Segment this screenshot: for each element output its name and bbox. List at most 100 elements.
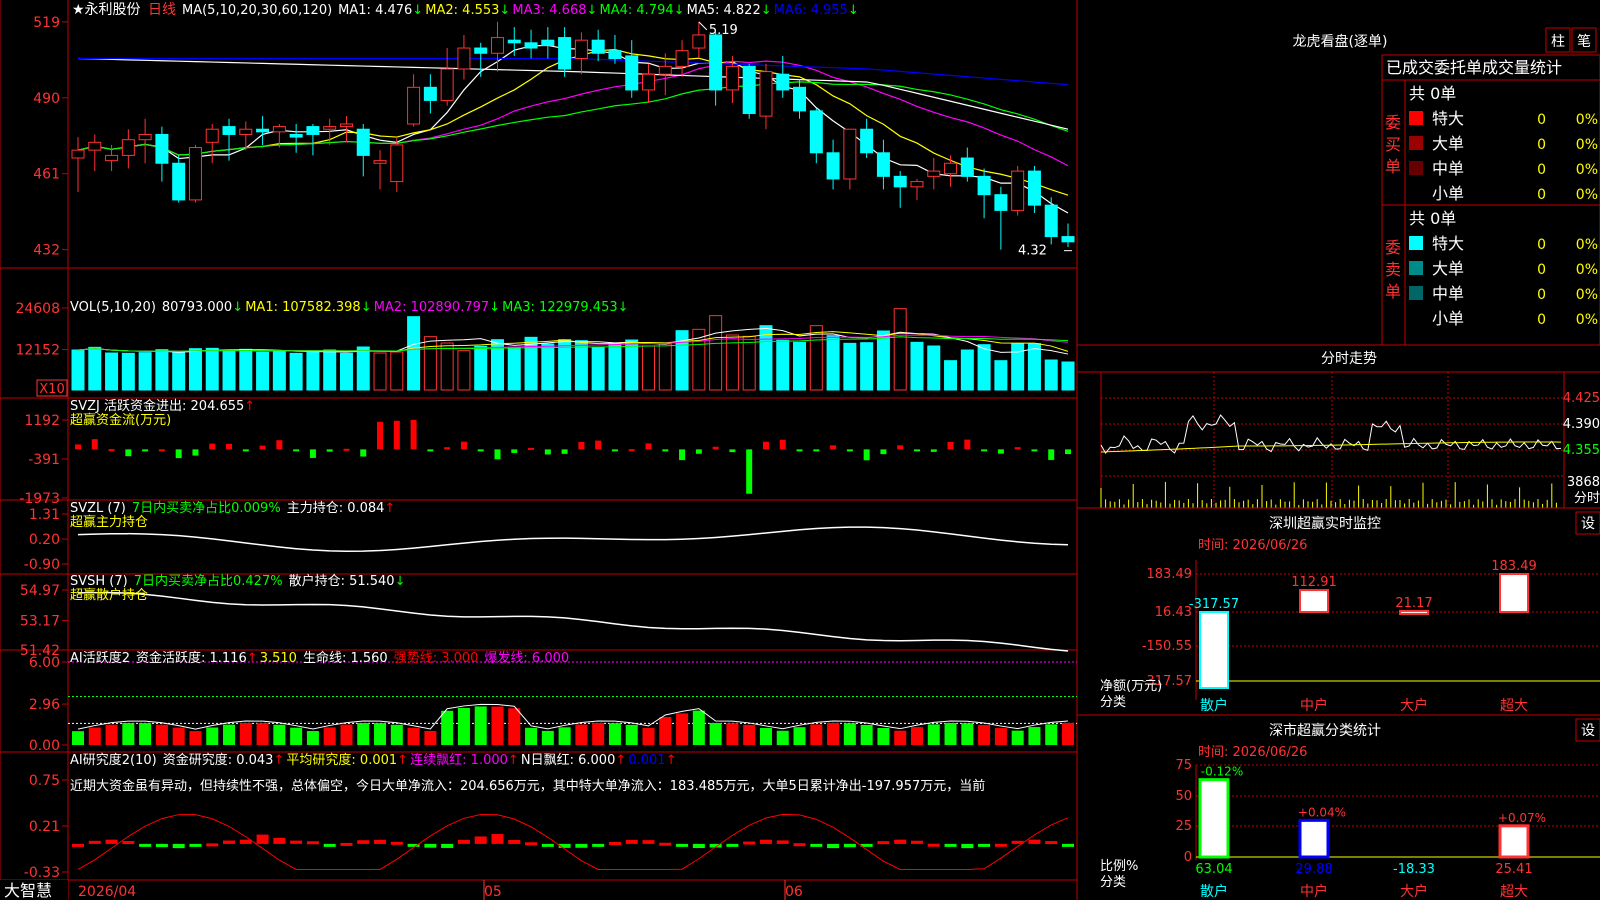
lhb-buy-swatch-0 bbox=[1409, 111, 1423, 125]
candle-body bbox=[1061, 236, 1075, 243]
candle-body bbox=[558, 37, 572, 70]
aiact-bar bbox=[642, 727, 655, 745]
svzl-ytick-1: 0.20 bbox=[29, 532, 60, 548]
svzj-bar bbox=[645, 443, 652, 450]
aires-bar bbox=[541, 843, 554, 847]
price-panel[interactable]: 519 490 461 432 5.19 4.32 ★永利股份 日线 MA(5,10,20,30… bbox=[33, 2, 1075, 259]
sz-bar-1 bbox=[1299, 589, 1329, 613]
ma-header-arrow-6: ↓ bbox=[848, 3, 859, 18]
lhb-buy-swatch-1 bbox=[1409, 136, 1423, 150]
svzj-bar bbox=[662, 449, 669, 452]
aires-bar bbox=[457, 839, 470, 844]
aiact-bar bbox=[860, 724, 873, 745]
vol-header-arrow-4: ↓ bbox=[618, 300, 629, 315]
aires-bar bbox=[1062, 843, 1074, 847]
svzj-bar bbox=[209, 443, 216, 450]
svzj-panel[interactable]: 1192 -391 -1973 SVZJ 活跃资金进出: 204.655 ↑ 超赢资金流(… bbox=[19, 398, 1071, 507]
date-start-label: 2026/04 bbox=[78, 884, 136, 900]
candle-body bbox=[239, 128, 253, 135]
candle-body bbox=[507, 39, 521, 44]
candle-body bbox=[390, 144, 404, 183]
lhb-sell-swatch-0 bbox=[1409, 236, 1423, 250]
lhb-sell-total: 共 0单 bbox=[1409, 209, 1456, 228]
candle-body bbox=[675, 50, 689, 67]
stats-ytick-0: 75 bbox=[1175, 758, 1192, 773]
ma-header-arrow-4: ↓ bbox=[674, 3, 685, 18]
aires-header-item-0: AI研究度2(10) bbox=[70, 752, 157, 768]
ma-header-arrow-1: ↓ bbox=[412, 3, 423, 18]
stats-bar-bottom-1: 29.88 bbox=[1295, 862, 1332, 877]
vol-ytick-1: 12152 bbox=[15, 342, 60, 358]
svzj-bar bbox=[226, 443, 233, 450]
svzl-ytick-2: -0.90 bbox=[24, 557, 60, 573]
aires-bar bbox=[843, 843, 856, 848]
svzj-bar bbox=[863, 449, 870, 461]
volume-bar bbox=[239, 348, 253, 391]
candle-body bbox=[407, 86, 421, 125]
volume-bar bbox=[608, 342, 622, 391]
vol-header-item-2: MA1: 107582.398 bbox=[245, 300, 360, 315]
svsh-ytick-1: 53.17 bbox=[20, 613, 60, 629]
candle-body bbox=[709, 34, 723, 91]
volume-bar bbox=[658, 343, 672, 391]
volume-bar bbox=[1027, 343, 1041, 391]
candle-body bbox=[474, 47, 488, 54]
svzl-header-item-1: 7日内买卖净占比0.009% bbox=[132, 500, 281, 516]
aiact-bar bbox=[927, 724, 940, 745]
volume-bar bbox=[256, 351, 270, 391]
aires-bar bbox=[340, 842, 353, 846]
volume-panel[interactable]: 2460812152VOL(5,10,20) 80793.000 ↓ MA1: 107… bbox=[15, 300, 1075, 397]
ma-header-item-0: MA(5,10,20,30,60,120) bbox=[182, 3, 332, 18]
lhb-sell-row-name-0: 特大 bbox=[1432, 234, 1464, 253]
vol-header-item-1: 80793.000 bbox=[162, 300, 232, 315]
stats-ytick-1: 50 bbox=[1175, 789, 1192, 804]
aiact-bar bbox=[172, 727, 185, 745]
svzl-header-arrow-2: ↑ bbox=[384, 501, 395, 516]
aires-header-item-3: 连续飘红: 1.000 bbox=[410, 752, 508, 768]
svzj-bar bbox=[91, 439, 98, 450]
svzj-bar bbox=[897, 445, 904, 450]
svsh-panel[interactable]: 54.9753.1751.42SVSH (7) 7日内买卖净占比0.427% 散户持… bbox=[20, 573, 1069, 659]
candle-body bbox=[188, 147, 202, 201]
aires-header-item-4: N日飘红: 6.000 bbox=[521, 752, 615, 768]
svzj-bar bbox=[1031, 449, 1038, 452]
lhb-sell-label-char: 卖 bbox=[1385, 260, 1401, 279]
svzj-bar bbox=[242, 449, 249, 452]
volume-bar bbox=[71, 349, 85, 391]
sz-cat-0: 散户 bbox=[1200, 697, 1228, 714]
aiact-header-item-5: 爆发线: 6.000 bbox=[484, 650, 569, 666]
svzj-bar bbox=[611, 449, 618, 452]
candle-body bbox=[725, 65, 739, 91]
ma-header-item-6: MA6: 4.955 bbox=[774, 3, 848, 18]
lhb-sell-swatch-2 bbox=[1409, 286, 1423, 300]
aiact-bar bbox=[357, 723, 370, 745]
svzl-header-item-0: SVZL (7) bbox=[70, 501, 126, 516]
lhb-buy-row-count-1: 0 bbox=[1537, 137, 1546, 153]
price-ytick-1: 490 bbox=[33, 91, 60, 107]
candle-body bbox=[172, 162, 186, 201]
volume-bar bbox=[205, 347, 219, 391]
svzj-header-arrow-0: ↑ bbox=[244, 399, 255, 414]
text-layer: 大智慧 2026/04 05 06 bbox=[0, 880, 803, 900]
ai-activity-panel[interactable]: 6.00 2.96 0.00 AI活跃度2 资金活跃度: 1.116 ↑ 3.510 生命线:… bbox=[29, 650, 1077, 754]
candle-body bbox=[960, 157, 974, 177]
vol-header-arrow-2: ↓ bbox=[361, 300, 372, 315]
volume-bar bbox=[826, 335, 840, 391]
period-label: 日线 bbox=[148, 2, 176, 18]
volume-bar bbox=[356, 346, 370, 391]
svzl-panel[interactable]: 1.31 0.20 -0.90 SVZL (7) 7日内买卖净占比0.009% 主力持仓:… bbox=[24, 500, 1069, 573]
volume-bar bbox=[793, 341, 807, 391]
aires-header-arrow-4: ↑ bbox=[615, 753, 626, 768]
aiact-header-item-0: AI活跃度2 bbox=[70, 650, 130, 666]
aires-bar bbox=[441, 843, 454, 848]
high-marker-line bbox=[698, 21, 708, 31]
aires-bar bbox=[72, 843, 84, 847]
lhb-sell-row-pct-1: 0% bbox=[1576, 262, 1598, 278]
ai-research-panel[interactable]: 0.750.21-0.33AI研究度2(10) 资金研究度: 0.043 ↑ 平均研究… bbox=[24, 752, 1074, 881]
aiact-bar bbox=[407, 727, 420, 745]
aires-bar bbox=[692, 843, 705, 849]
lhb-buy-row-name-0: 特大 bbox=[1432, 109, 1464, 128]
svzl-subtitle: 超赢主力持仓 bbox=[70, 514, 148, 530]
volume-bar bbox=[541, 343, 555, 391]
btn-bi: 笔 bbox=[1577, 34, 1591, 50]
